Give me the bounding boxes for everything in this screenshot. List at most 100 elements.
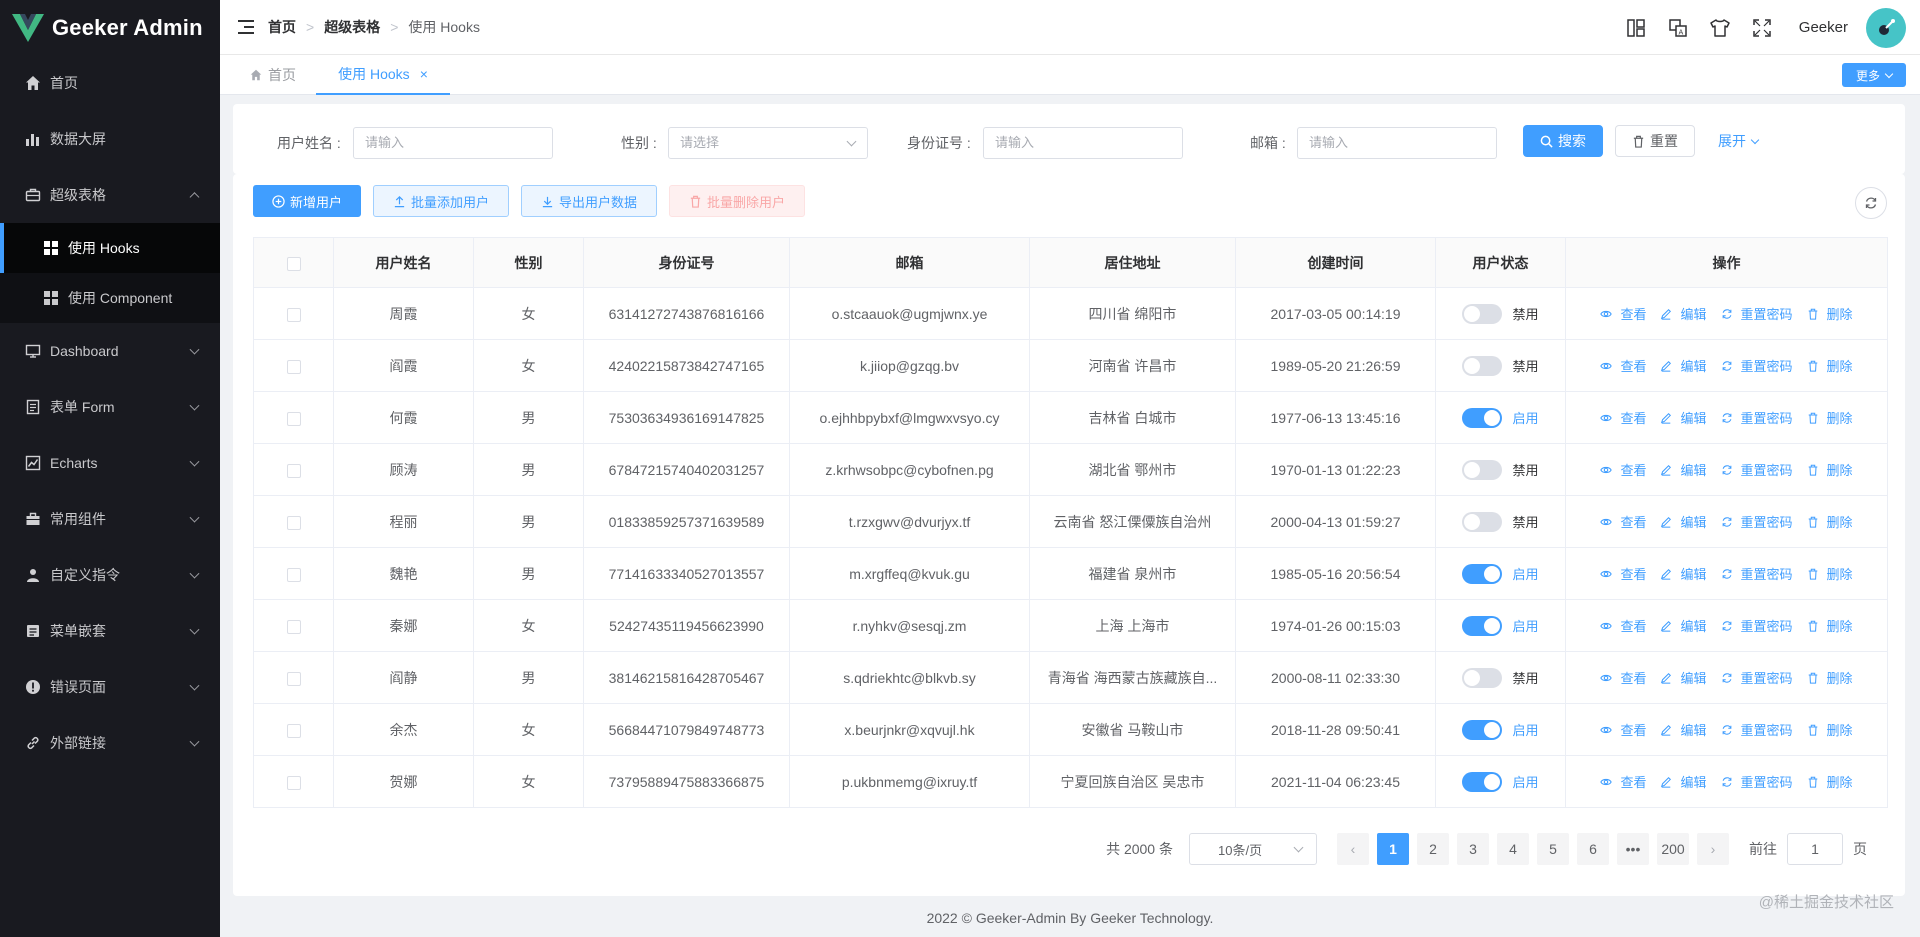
page-button[interactable]: 200 [1657, 833, 1689, 865]
edit-button[interactable]: 编辑 [1660, 720, 1707, 739]
row-checkbox[interactable] [286, 359, 301, 374]
row-select-cell[interactable] [253, 391, 334, 444]
username-input[interactable]: 请输入 [353, 127, 553, 159]
tab-use-hooks[interactable]: 使用 Hooks × [316, 55, 450, 95]
tab-home[interactable]: 首页 [250, 55, 296, 95]
row-select-cell[interactable] [253, 443, 334, 496]
delete-button[interactable]: 删除 [1807, 460, 1853, 479]
sidebar-item-nested-menu[interactable]: 菜单嵌套 [0, 603, 220, 659]
sidebar-item-dashboard[interactable]: Dashboard [0, 323, 220, 379]
view-button[interactable]: 查看 [1600, 772, 1646, 791]
sidebar-item-echarts[interactable]: Echarts [0, 435, 220, 491]
row-checkbox[interactable] [286, 619, 301, 634]
edit-button[interactable]: 编辑 [1660, 304, 1707, 323]
add-user-button[interactable]: 新增用户 [253, 185, 361, 217]
view-button[interactable]: 查看 [1600, 564, 1646, 583]
reset-password-button[interactable]: 重置密码 [1721, 408, 1793, 427]
status-switch[interactable] [1462, 459, 1503, 480]
idcard-input[interactable]: 请输入 [983, 127, 1183, 159]
reset-password-button[interactable]: 重置密码 [1721, 356, 1793, 375]
breadcrumb-super-table[interactable]: 超级表格 [324, 17, 380, 37]
edit-button[interactable]: 编辑 [1660, 772, 1707, 791]
view-button[interactable]: 查看 [1600, 304, 1646, 323]
page-button[interactable]: 2 [1417, 833, 1449, 865]
status-switch[interactable] [1462, 719, 1503, 740]
status-switch[interactable] [1462, 615, 1503, 636]
edit-button[interactable]: 编辑 [1660, 408, 1707, 427]
prev-page-button[interactable]: ‹ [1337, 833, 1369, 865]
delete-button[interactable]: 删除 [1807, 668, 1853, 687]
page-button[interactable]: 1 [1377, 833, 1409, 865]
page-button[interactable]: 5 [1537, 833, 1569, 865]
delete-button[interactable]: 删除 [1807, 512, 1853, 531]
gender-select[interactable]: 请选择 [668, 127, 868, 159]
delete-button[interactable]: 删除 [1807, 408, 1853, 427]
edit-button[interactable]: 编辑 [1660, 564, 1707, 583]
edit-button[interactable]: 编辑 [1660, 512, 1707, 531]
view-button[interactable]: 查看 [1600, 668, 1646, 687]
search-button[interactable]: 搜索 [1523, 125, 1603, 157]
edit-button[interactable]: 编辑 [1660, 668, 1707, 687]
theme-icon[interactable] [1709, 17, 1731, 39]
app-logo[interactable]: Geeker Admin [0, 0, 220, 55]
view-button[interactable]: 查看 [1600, 408, 1646, 427]
page-button[interactable]: 3 [1457, 833, 1489, 865]
delete-button[interactable]: 删除 [1807, 772, 1853, 791]
status-switch[interactable] [1462, 667, 1503, 688]
delete-button[interactable]: 删除 [1807, 616, 1853, 635]
select-all-cell[interactable] [253, 237, 334, 288]
page-button[interactable]: 4 [1497, 833, 1529, 865]
select-all-checkbox[interactable] [286, 256, 301, 271]
delete-button[interactable]: 删除 [1807, 356, 1853, 375]
status-switch[interactable] [1462, 563, 1503, 584]
row-select-cell[interactable] [253, 599, 334, 652]
sidebar-item-home[interactable]: 首页 [0, 55, 220, 111]
status-switch[interactable] [1462, 355, 1503, 376]
sidebar-item-use-hooks[interactable]: 使用 Hooks [0, 223, 220, 273]
row-select-cell[interactable] [253, 339, 334, 392]
reset-password-button[interactable]: 重置密码 [1721, 512, 1793, 531]
page-button[interactable]: ••• [1617, 833, 1649, 865]
status-switch[interactable] [1462, 303, 1503, 324]
status-switch[interactable] [1462, 511, 1503, 532]
delete-button[interactable]: 删除 [1807, 564, 1853, 583]
translate-icon[interactable]: A [1667, 17, 1689, 39]
breadcrumb-home[interactable]: 首页 [268, 17, 296, 37]
sidebar-item-form[interactable]: 表单 Form [0, 379, 220, 435]
sidebar-item-use-component[interactable]: 使用 Component [0, 273, 220, 323]
status-switch[interactable] [1462, 771, 1503, 792]
sidebar-item-directives[interactable]: 自定义指令 [0, 547, 220, 603]
view-button[interactable]: 查看 [1600, 460, 1646, 479]
row-select-cell[interactable] [253, 755, 334, 808]
layout-icon[interactable] [1625, 17, 1647, 39]
reset-password-button[interactable]: 重置密码 [1721, 304, 1793, 323]
row-checkbox[interactable] [286, 775, 301, 790]
close-icon[interactable]: × [420, 66, 428, 82]
row-select-cell[interactable] [253, 287, 334, 340]
more-tabs-button[interactable]: 更多 [1842, 63, 1906, 87]
reset-password-button[interactable]: 重置密码 [1721, 564, 1793, 583]
view-button[interactable]: 查看 [1600, 616, 1646, 635]
status-switch[interactable] [1462, 407, 1503, 428]
row-checkbox[interactable] [286, 723, 301, 738]
sidebar-item-super-table[interactable]: 超级表格 [0, 167, 220, 223]
reset-button[interactable]: 重置 [1615, 125, 1695, 157]
fullscreen-icon[interactable] [1751, 17, 1773, 39]
reset-password-button[interactable]: 重置密码 [1721, 668, 1793, 687]
row-checkbox[interactable] [286, 411, 301, 426]
refresh-button[interactable] [1855, 187, 1887, 219]
row-select-cell[interactable] [253, 547, 334, 600]
delete-button[interactable]: 删除 [1807, 304, 1853, 323]
view-button[interactable]: 查看 [1600, 720, 1646, 739]
reset-password-button[interactable]: 重置密码 [1721, 460, 1793, 479]
goto-page-input[interactable]: 1 [1787, 833, 1843, 865]
email-input[interactable]: 请输入 [1297, 127, 1497, 159]
batch-delete-button[interactable]: 批量删除用户 [669, 185, 805, 217]
view-button[interactable]: 查看 [1600, 512, 1646, 531]
sidebar-item-error-pages[interactable]: 错误页面 [0, 659, 220, 715]
row-select-cell[interactable] [253, 651, 334, 704]
export-users-button[interactable]: 导出用户数据 [521, 185, 657, 217]
username[interactable]: Geeker [1799, 19, 1848, 36]
sidebar-item-external-links[interactable]: 外部链接 [0, 715, 220, 771]
next-page-button[interactable]: › [1697, 833, 1729, 865]
